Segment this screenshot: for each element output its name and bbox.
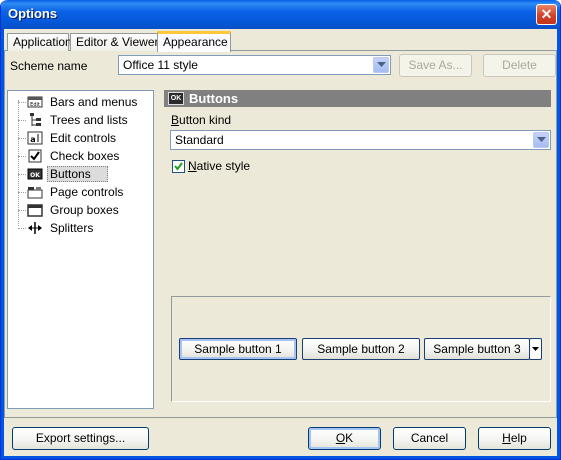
- help-label: Help: [502, 431, 527, 445]
- scheme-name-value: Office 11 style: [123, 58, 198, 72]
- tree-branch: [18, 120, 26, 121]
- tree-item-splitters[interactable]: Splitters: [8, 219, 153, 237]
- save-as-button[interactable]: Save As...: [399, 54, 472, 77]
- section-header: OK Buttons: [164, 90, 551, 107]
- tree-list-icon: [30, 113, 41, 126]
- sample-button-3-dropdown[interactable]: [529, 338, 542, 360]
- window-frame-right: [557, 29, 560, 459]
- sample-button-3-label: Sample button 3: [433, 342, 521, 356]
- export-settings-button[interactable]: Export settings...: [12, 427, 149, 450]
- tree-item-label: Splitters: [50, 221, 94, 235]
- tree-item-label: Buttons: [47, 166, 108, 182]
- tree-item-label: Page controls: [50, 185, 124, 199]
- tree-branch: [18, 210, 26, 211]
- native-style-checkbox[interactable]: [172, 160, 185, 173]
- tree-branch: [18, 138, 26, 139]
- edit-control-icon: a: [27, 131, 43, 145]
- tree-item-edit-controls[interactable]: a Edit controls: [8, 129, 153, 147]
- button-icon: OK: [168, 92, 184, 105]
- scheme-name-label: Scheme name: [10, 59, 88, 73]
- scheme-dropdown-button[interactable]: [373, 57, 389, 73]
- tab-application-label: Application: [13, 35, 72, 49]
- svg-text:a: a: [30, 135, 35, 144]
- tree-item-buttons[interactable]: OK Buttons: [8, 165, 153, 183]
- tree-item-bars-menus[interactable]: Edit Bars and menus: [8, 93, 153, 111]
- tab-appearance[interactable]: Appearance: [157, 31, 231, 52]
- splitter-icon: [28, 222, 42, 234]
- scheme-name-combo[interactable]: Office 11 style: [118, 55, 391, 75]
- tree-branch: [18, 228, 26, 229]
- button-icon: OK: [27, 168, 43, 180]
- tree-item-label: Trees and lists: [50, 113, 128, 127]
- button-kind-value: Standard: [175, 133, 224, 147]
- section-title: Buttons: [189, 91, 239, 106]
- svg-text:Edit: Edit: [30, 102, 40, 108]
- chevron-down-icon: [377, 62, 386, 67]
- title-bar[interactable]: Options ✕: [1, 0, 560, 29]
- sample-button-1-label: Sample button 1: [194, 342, 282, 356]
- tab-editor-viewers-label: Editor & Viewers: [76, 35, 165, 49]
- tree-branch: [18, 156, 26, 157]
- tree-branch: [18, 102, 26, 103]
- tree-item-label: Bars and menus: [50, 95, 138, 109]
- export-settings-label: Export settings...: [35, 431, 126, 445]
- bars-menus-icon: Edit: [27, 96, 43, 108]
- tree-item-label: Edit controls: [50, 131, 117, 145]
- svg-text:OK: OK: [30, 172, 40, 179]
- cancel-button[interactable]: Cancel: [393, 427, 466, 450]
- button-kind-combo[interactable]: Standard: [170, 130, 551, 150]
- category-tree[interactable]: Edit Bars and menus Trees and lists a Ed…: [7, 90, 154, 409]
- button-kind-label: Button kind: [171, 113, 232, 127]
- close-button[interactable]: ✕: [536, 4, 557, 25]
- save-as-label: Save As...: [408, 58, 463, 72]
- page-control-icon: [27, 187, 43, 199]
- button-kind-label-rest: utton kind: [179, 113, 232, 127]
- window-frame-bottom: [1, 456, 560, 459]
- tree-item-group-boxes[interactable]: Group boxes: [8, 201, 153, 219]
- native-style-label-rest: ative style: [196, 159, 251, 173]
- tree-item-label: Check boxes: [50, 149, 120, 163]
- ok-button[interactable]: OK: [308, 427, 381, 450]
- sample-button-1[interactable]: Sample button 1: [179, 338, 297, 360]
- tree-item-check-boxes[interactable]: Check boxes: [8, 147, 153, 165]
- tab-appearance-label: Appearance: [163, 35, 228, 49]
- tab-application[interactable]: Application: [7, 33, 72, 51]
- sample-button-3[interactable]: Sample button 3: [424, 338, 530, 360]
- delete-button[interactable]: Delete: [483, 54, 556, 77]
- tab-editor-viewers[interactable]: Editor & Viewers: [70, 33, 164, 51]
- cancel-label: Cancel: [410, 431, 449, 445]
- close-icon: ✕: [540, 6, 553, 22]
- help-button[interactable]: Help: [478, 427, 551, 450]
- native-style-label[interactable]: Native style: [188, 159, 250, 173]
- ok-label: OK: [335, 431, 354, 445]
- delete-label: Delete: [502, 58, 537, 72]
- chevron-down-icon: [537, 137, 546, 142]
- button-kind-dropdown-button[interactable]: [533, 132, 549, 148]
- sample-button-2[interactable]: Sample button 2: [302, 338, 420, 360]
- options-dialog: Options ✕ Application Editor & Viewers A…: [0, 0, 561, 460]
- tree-item-page-controls[interactable]: Page controls: [8, 183, 153, 201]
- caret-down-icon: [532, 347, 539, 351]
- tree-branch: [18, 174, 26, 175]
- tree-branch: [18, 192, 26, 193]
- tree-item-label: Group boxes: [50, 203, 119, 217]
- checkbox-icon: [28, 149, 42, 163]
- group-box-icon: [27, 204, 43, 217]
- window-title: Options: [8, 6, 58, 21]
- checkmark-icon: [174, 162, 183, 171]
- sample-button-2-label: Sample button 2: [317, 342, 405, 356]
- tree-item-trees-lists[interactable]: Trees and lists: [8, 111, 153, 129]
